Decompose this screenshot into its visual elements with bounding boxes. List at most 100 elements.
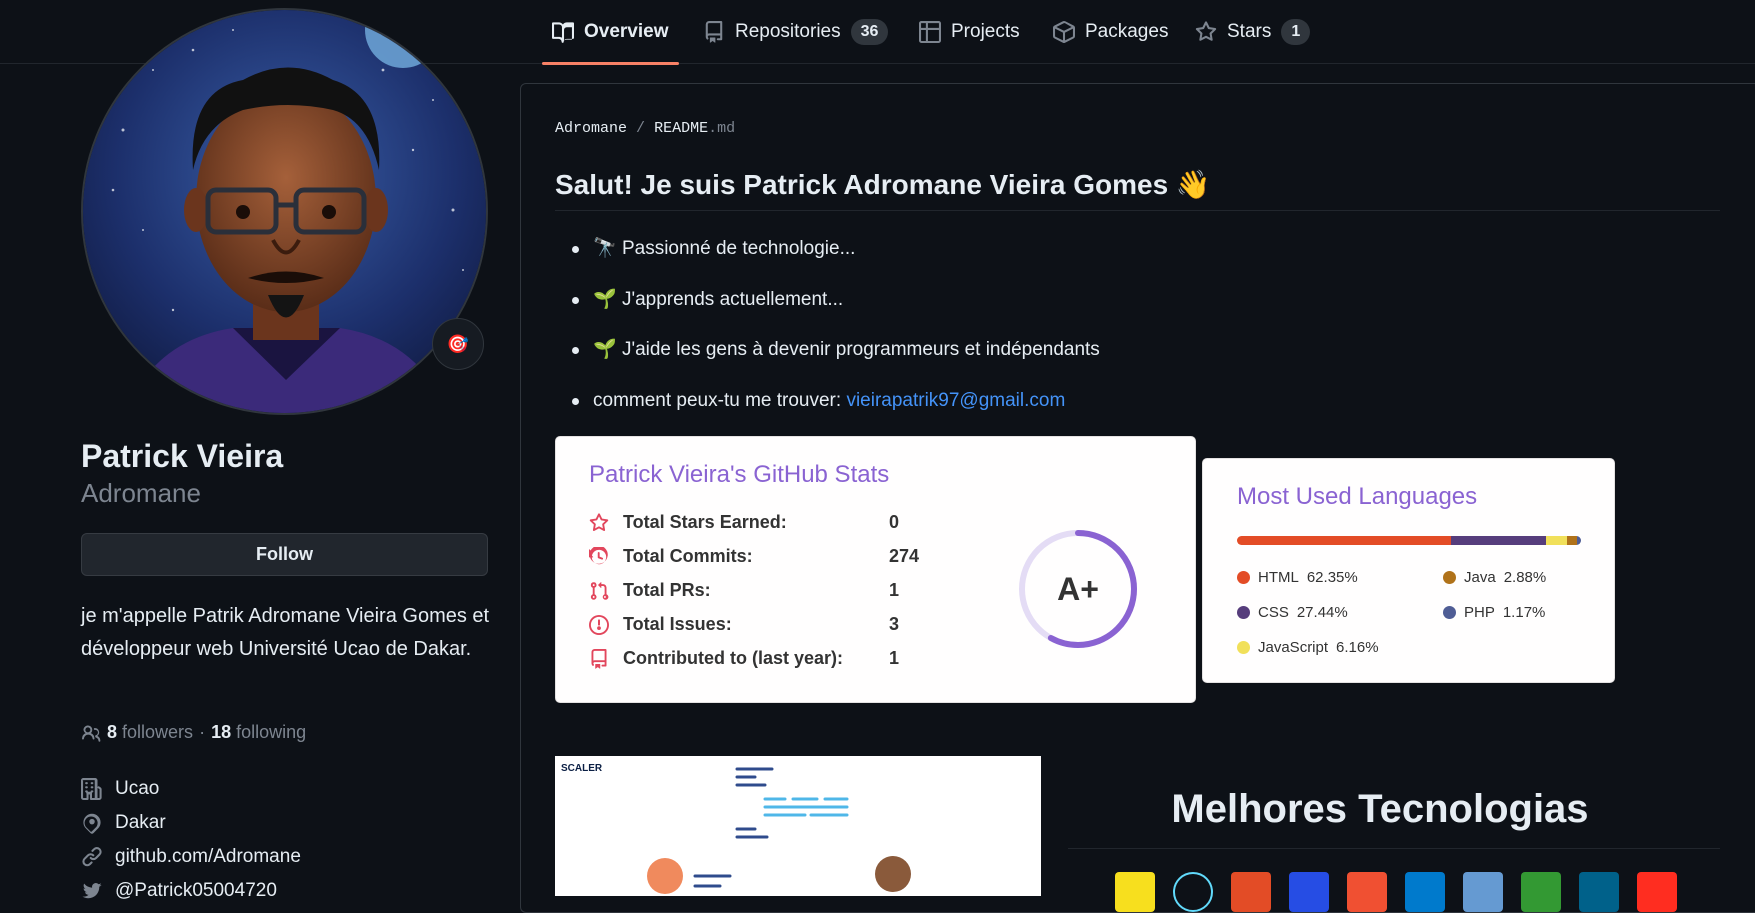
readme-breadcrumb: Adromane / README.md [555,120,735,137]
list-item: 🔭 Passionné de technologie... [560,236,1100,287]
vcard-location: Dakar [81,812,166,834]
tab-label: Repositories [735,21,841,42]
react-icon [1173,872,1213,912]
stat-value: 1 [889,648,900,668]
followers-link[interactable]: 8 followers [107,722,193,743]
c-icon [1463,872,1503,912]
avatar-illustration [83,10,486,413]
list-item-text: comment peux-tu me trouver: [593,389,847,411]
telescope-icon: 🔭 [593,238,617,259]
lang-item-css: CSS 27.44% [1237,604,1348,621]
stat-label: Total PRs: [623,580,711,600]
tab-label: Packages [1085,21,1169,42]
github-stats-card[interactable]: Patrick Vieira's GitHub Stats Total Star… [555,436,1196,703]
lang-name: CSS [1258,604,1289,621]
tab-overview[interactable]: Overview [542,0,678,65]
lang-name: HTML [1258,569,1299,586]
lang-name: Java [1464,569,1496,586]
vcard-twitter[interactable]: @Patrick05004720 [81,880,277,902]
vcard-organization: Ucao [81,778,159,800]
separator: · [199,722,206,742]
tab-packages[interactable]: Packages [1053,0,1168,64]
followers-row: 8 followers · 18 following [81,722,306,743]
lang-item-php: PHP 1.17% [1443,604,1545,621]
coding-illustration [647,767,911,894]
status-button[interactable]: 🎯 [432,318,484,370]
followers-label: followers [122,722,194,742]
breadcrumb-separator: / [636,120,646,137]
tech-divider [1068,848,1720,849]
link-icon [82,847,102,867]
stat-value: 274 [889,546,920,566]
tab-projects[interactable]: Projects [919,0,1020,64]
languages-card[interactable]: Most Used Languages HTML 62.35% CSS 27.4… [1202,458,1615,683]
stat-label: Total Commits: [623,546,753,566]
package-icon [1053,21,1075,43]
follow-button[interactable]: Follow [81,533,488,576]
stat-label: Contributed to (last year): [623,648,844,668]
tab-repositories[interactable]: Repositories 36 [703,0,889,64]
twitter-icon [82,883,102,899]
stars-count-badge: 1 [1281,19,1311,45]
lang-item-html: HTML 62.35% [1237,569,1358,586]
stat-row-prs: Total PRs: 1 [589,580,899,601]
book-icon [552,22,574,43]
lang-bar-segment [1451,536,1546,545]
css3-icon [1289,872,1329,912]
stat-row-contributed: Contributed to (last year): 1 [589,648,899,669]
vcard-website[interactable]: github.com/Adromane [81,846,301,868]
email-link[interactable]: vieirapatrik97@gmail.com [846,390,1065,411]
seedling-icon: 🌱 [593,339,617,360]
stat-label: Total Issues: [623,614,732,634]
readme-file-ext: .md [708,120,736,137]
html5-icon [1231,872,1271,912]
avatar[interactable] [81,8,488,415]
tech-section-title: Melhores Tecnologias [1171,787,1589,831]
issue-icon [589,614,609,635]
table-icon [919,21,941,43]
list-item-text: Passionné de technologie... [621,238,856,259]
languages-card-title: Most Used Languages [1237,483,1478,510]
readme-owner-link[interactable]: Adromane [555,120,627,137]
organization-text: Ucao [115,778,160,799]
stat-row-commits: Total Commits: 274 [589,546,919,567]
tab-stars[interactable]: Stars 1 [1195,0,1311,64]
stat-label: Total Stars Earned: [623,512,787,532]
lang-dot [1237,641,1250,654]
readme-heading: Salut! Je suis Patrick Adromane Vieira G… [555,169,1211,200]
lang-dot [1443,571,1456,584]
javascript-icon [1115,872,1155,912]
following-label: following [236,722,307,742]
organization-icon [81,778,102,800]
rank-grade: A+ [1057,571,1099,607]
following-link[interactable]: 18 following [211,722,306,743]
mysql-icon [1579,872,1619,912]
lang-percent: 1.17% [1502,604,1546,621]
lang-percent: 6.16% [1336,639,1379,656]
list-item: comment peux-tu me trouver: vieirapatrik… [560,388,1100,439]
rank-ring: A+ [1019,530,1137,648]
stat-row-issues: Total Issues: 3 [589,614,899,635]
lang-percent: 62.35% [1306,569,1358,586]
stat-value: 0 [889,512,900,532]
twitter-handle[interactable]: @Patrick05004720 [115,880,277,902]
location-icon [83,813,101,834]
seedling-icon: 🌱 [593,288,617,310]
lang-percent: 27.44% [1296,604,1348,621]
profile-login: Adromane [81,478,201,508]
location-text: Dakar [115,812,166,833]
profile-bio: je m'appelle Patrik Adromane Vieira Gome… [81,605,490,660]
stat-value: 3 [889,614,900,634]
lang-dot [1237,606,1250,619]
stats-card-title: Patrick Vieira's GitHub Stats [589,461,890,488]
lang-bar-segment [1576,536,1581,545]
list-item: 🌱 J'aide les gens à devenir programmeurs… [560,337,1100,388]
laravel-icon [1637,872,1677,912]
lang-bar-segment [1567,536,1577,545]
website-link[interactable]: github.com/Adromane [115,846,301,868]
list-item-text: J'apprends actuellement... [621,288,844,310]
lang-item-javascript: JavaScript 6.16% [1237,639,1379,656]
pull-request-icon [590,581,609,600]
readme-file-link[interactable]: README [654,120,708,137]
list-item-text: J'aide les gens à devenir programmeurs e… [621,339,1100,360]
